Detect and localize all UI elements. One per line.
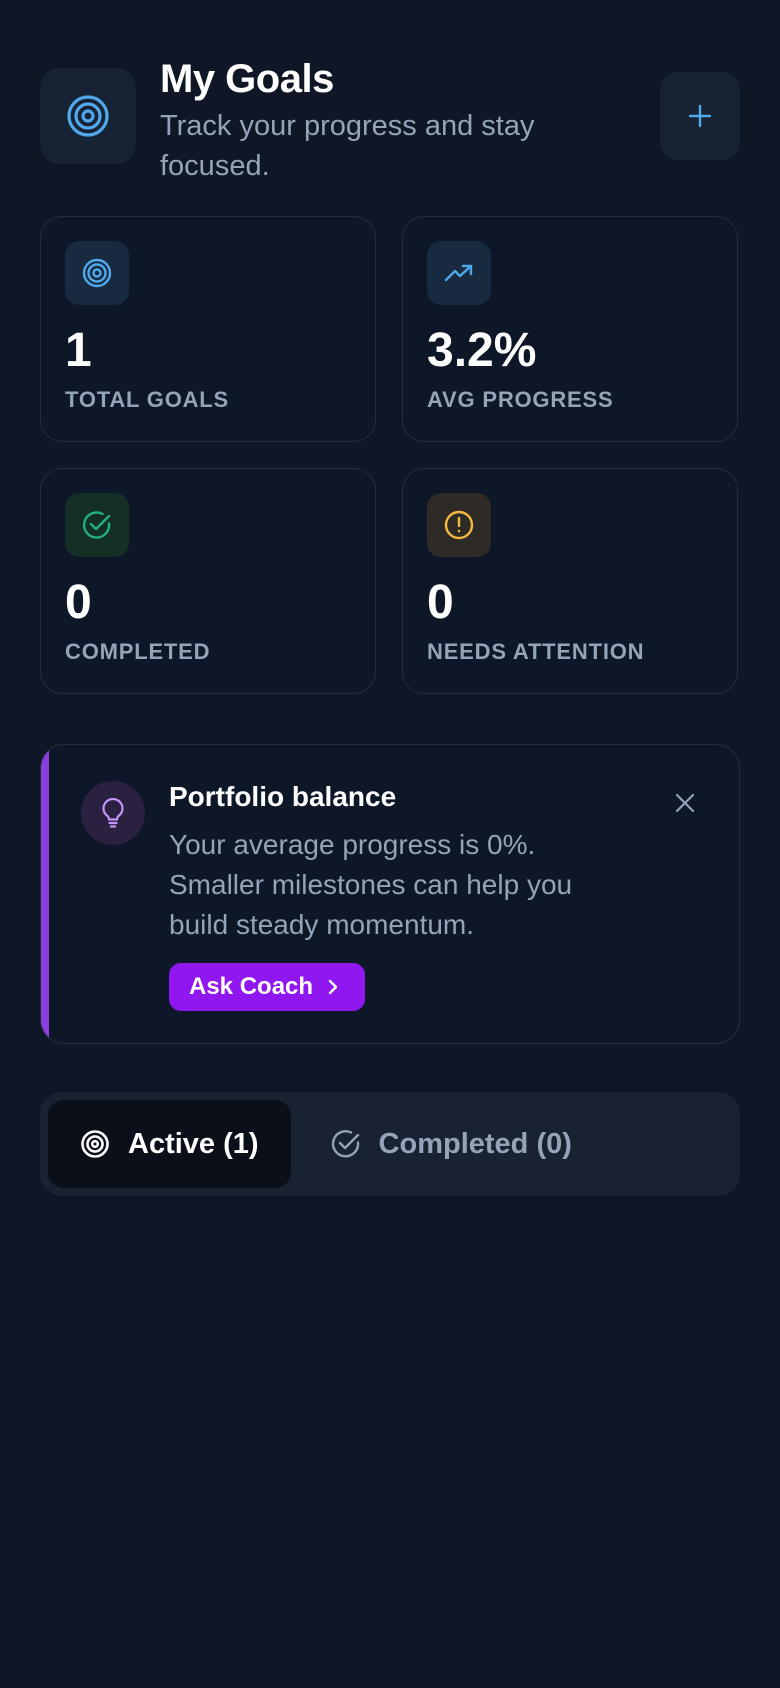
insight-accent-bar — [41, 745, 49, 1043]
stat-card-avg-progress: 3.2% AVG PROGRESS — [402, 216, 738, 442]
stat-card-completed: 0 COMPLETED — [40, 468, 376, 694]
tab-completed-label: Completed (0) — [378, 1127, 572, 1160]
chevron-right-icon — [328, 979, 338, 995]
page-header: My Goals Track your progress and stay fo… — [40, 56, 740, 186]
stat-value: 3.2% — [427, 324, 537, 377]
stat-card-total-goals: 1 TOTAL GOALS — [40, 216, 376, 442]
header-target-icon — [40, 68, 136, 164]
insight-body: Your average progress is 0%. Smaller mil… — [169, 829, 573, 940]
close-icon — [675, 793, 695, 813]
ask-coach-button[interactable]: Ask Coach — [169, 963, 366, 1011]
add-goal-button[interactable] — [660, 72, 740, 160]
tab-active-label: Active (1) — [128, 1127, 259, 1160]
stat-value: 0 — [65, 576, 92, 629]
stat-label: NEEDS ATTENTION — [427, 639, 645, 664]
page-subtitle: Track your progress and stay focused. — [160, 110, 535, 182]
stat-label: AVG PROGRESS — [427, 387, 614, 412]
stat-value: 1 — [65, 324, 92, 377]
trending-up-icon — [427, 241, 491, 305]
goals-page: My Goals Track your progress and stay fo… — [0, 0, 780, 1688]
alert-circle-icon — [427, 493, 491, 557]
lightbulb-icon — [81, 781, 145, 845]
stat-card-needs-attention: 0 NEEDS ATTENTION — [402, 468, 738, 694]
insight-card: Portfolio balance Your average progress … — [40, 744, 740, 1044]
page-title: My Goals — [160, 57, 334, 101]
insight-title: Portfolio balance — [169, 781, 397, 812]
stat-value: 0 — [427, 576, 454, 629]
close-insight-button[interactable] — [667, 785, 703, 821]
tab-active[interactable]: Active (1) — [48, 1100, 291, 1188]
ask-coach-label: Ask Coach — [189, 973, 314, 1000]
goal-tabs: Active (1) Completed (0) — [40, 1092, 740, 1196]
tab-completed[interactable]: Completed (0) — [299, 1100, 604, 1188]
stat-label: COMPLETED — [65, 639, 211, 664]
check-circle-icon — [331, 1130, 359, 1158]
check-circle-icon — [65, 493, 129, 557]
target-icon — [65, 241, 129, 305]
plus-icon — [688, 104, 712, 128]
target-icon — [81, 1130, 109, 1158]
stat-label: TOTAL GOALS — [65, 387, 230, 412]
